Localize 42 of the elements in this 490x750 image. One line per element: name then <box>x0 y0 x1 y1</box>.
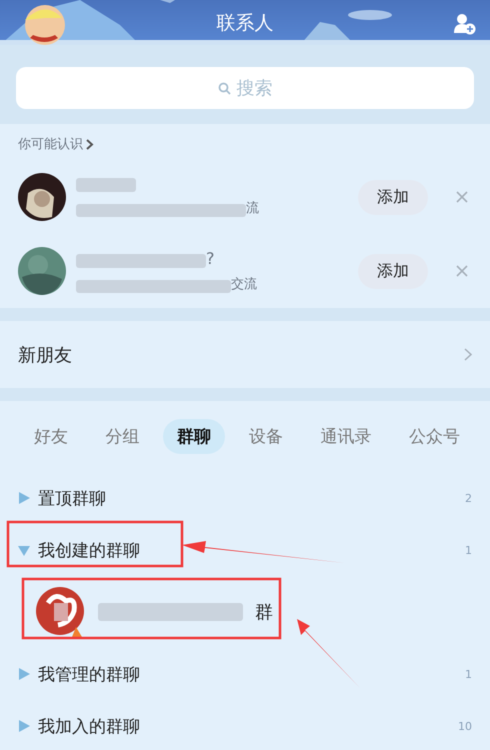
tab[interactable]: 好友 <box>20 419 82 454</box>
group-category-label: 我管理的群聊 <box>38 664 140 686</box>
blurred-name <box>76 178 136 192</box>
search-placeholder: 搜索 <box>236 77 272 100</box>
group-category-row[interactable]: 置顶群聊 2 <box>0 472 490 524</box>
new-friends-label: 新朋友 <box>18 344 72 366</box>
tab[interactable]: 设备 <box>234 419 297 454</box>
add-contact-icon[interactable] <box>454 13 476 35</box>
group-category-row[interactable]: 我管理的群聊 1 <box>0 648 490 700</box>
tab[interactable]: 公众号 <box>394 419 474 454</box>
tab[interactable]: 群聊 <box>163 419 226 454</box>
group-category-row[interactable]: 我加入的群聊 10 <box>0 700 490 750</box>
group-count: 10 <box>458 720 472 732</box>
chevron-right-icon <box>464 348 472 361</box>
group-category-label: 我加入的群聊 <box>38 716 140 738</box>
name-fragment: ? <box>206 249 214 268</box>
add-button[interactable]: 添加 <box>358 254 428 288</box>
group-count: 1 <box>465 544 472 556</box>
search-icon <box>218 82 230 94</box>
collapsed-triangle-icon <box>18 720 30 732</box>
description-fragment: 交流 <box>231 276 257 293</box>
description-fragment: 流 <box>246 200 259 216</box>
collapsed-triangle-icon <box>18 492 30 504</box>
section-heading[interactable]: 你可能认识 <box>18 135 83 153</box>
group-item[interactable]: 群 <box>0 576 490 648</box>
avatar <box>18 173 66 221</box>
group-name-fragment: 群 <box>255 601 273 624</box>
avatar <box>18 247 66 295</box>
header-title: 联系人 <box>216 10 274 36</box>
new-friends-row[interactable]: 新朋友 <box>0 321 490 388</box>
add-button[interactable]: 添加 <box>358 180 428 214</box>
group-category-row[interactable]: 我创建的群聊 1 <box>0 524 490 576</box>
group-avatar <box>36 587 86 637</box>
collapsed-triangle-icon <box>18 668 30 680</box>
expanded-triangle-icon <box>18 544 30 556</box>
group-count: 2 <box>465 492 472 504</box>
group-category-label: 置顶群聊 <box>38 488 106 510</box>
tab[interactable]: 分组 <box>92 419 154 454</box>
group-category-label: 我创建的群聊 <box>38 540 140 562</box>
tab[interactable]: 通讯录 <box>306 419 386 454</box>
chevron-right-icon[interactable] <box>86 138 94 150</box>
group-count: 1 <box>465 668 472 680</box>
